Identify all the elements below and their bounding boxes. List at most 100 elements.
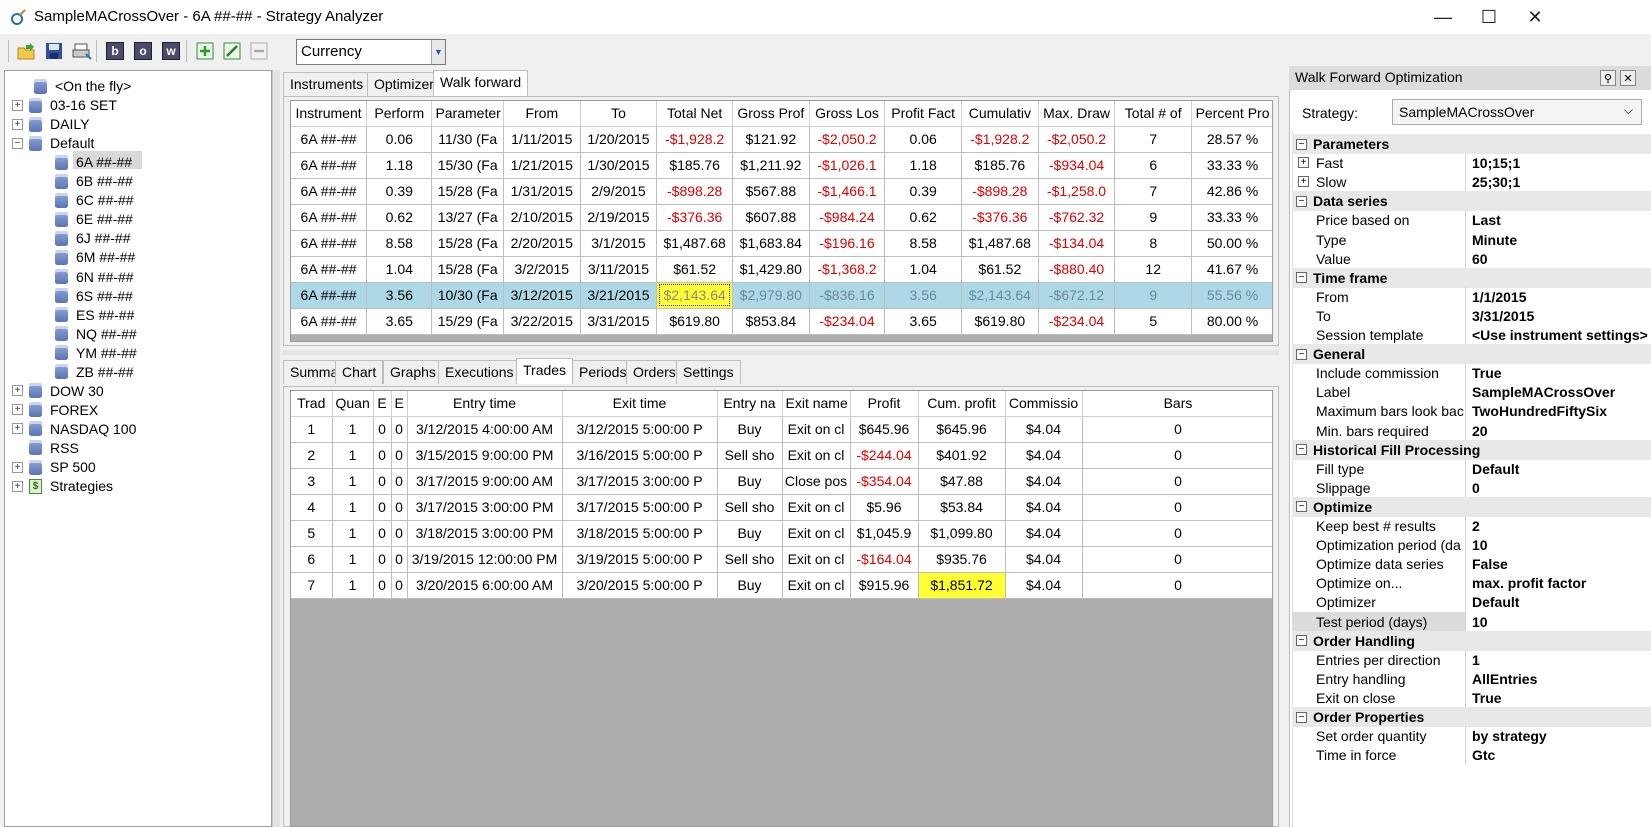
table-row[interactable]: 2 1 0 0 3/15/2015 9:00:00 PM 3/16/2015 5:00:0… xyxy=(291,442,1272,469)
column-header[interactable]: Gross Prof xyxy=(732,101,810,127)
tree-item[interactable]: 6J ##-## xyxy=(55,228,130,248)
collapse-icon[interactable]: − xyxy=(12,137,23,149)
property-value[interactable]: 0 xyxy=(1466,478,1651,498)
property-row[interactable]: Label SampleMACrossOver xyxy=(1292,382,1651,403)
tree-item[interactable]: 6N ##-## xyxy=(55,267,134,287)
property-row[interactable]: Time in force Gtc xyxy=(1292,745,1651,766)
property-row[interactable]: Include commission True xyxy=(1292,363,1651,384)
maximize-button[interactable]: ☐ xyxy=(1466,0,1512,34)
property-category[interactable]: − Data series xyxy=(1292,191,1651,212)
column-header[interactable]: Percent Pro xyxy=(1191,101,1272,127)
property-value[interactable]: by strategy xyxy=(1466,726,1651,746)
table-row[interactable]: 6A ##-## 3.65 15/29 (Fa 3/22/2015 3/31/2015 $… xyxy=(291,308,1272,335)
property-row[interactable]: Price based on Last xyxy=(1292,210,1651,231)
column-header[interactable]: Perform xyxy=(366,101,433,127)
tree-item[interactable]: 6M ##-## xyxy=(55,247,135,267)
property-value[interactable]: 10 xyxy=(1466,535,1651,555)
expand-icon[interactable]: + xyxy=(1298,157,1309,169)
property-category[interactable]: − General xyxy=(1292,344,1651,365)
property-value[interactable]: 3/31/2015 xyxy=(1466,306,1651,326)
strategy-dropdown[interactable]: SampleMACrossOver ⌵ xyxy=(1392,99,1642,125)
tab-trades[interactable]: Trades xyxy=(516,358,574,384)
table-row[interactable]: 7 1 0 0 3/20/2015 6:00:00 AM 3/20/2015 5:00:0… xyxy=(291,572,1272,599)
table-row[interactable]: 6A ##-## 8.58 15/28 (Fa 2/20/2015 3/1/2015 $1… xyxy=(291,230,1272,257)
property-row[interactable]: Entry handling AllEntries xyxy=(1292,668,1651,689)
property-row[interactable]: Optimize on... max. profit factor xyxy=(1292,573,1651,594)
column-header[interactable]: Parameter xyxy=(431,101,504,127)
tree-item[interactable]: <On the fly> xyxy=(34,76,131,96)
expand-icon[interactable]: + xyxy=(12,385,23,397)
property-row[interactable]: Set order quantity by strategy xyxy=(1292,726,1651,747)
table-row[interactable]: 1 1 0 0 3/12/2015 4:00:00 AM 3/12/2015 5:00:0… xyxy=(291,416,1272,443)
property-value[interactable]: 25;30;1 xyxy=(1466,172,1651,192)
collapse-icon[interactable]: − xyxy=(1296,348,1307,360)
property-row[interactable]: Optimize data series False xyxy=(1292,554,1651,575)
minimize-button[interactable]: — xyxy=(1420,0,1466,34)
table-row[interactable]: 6A ##-## 0.62 13/27 (Fa 2/10/2015 2/19/2015-… xyxy=(291,204,1272,231)
column-header[interactable]: Total # of xyxy=(1114,101,1193,127)
property-value[interactable]: 20 xyxy=(1466,421,1651,441)
property-row[interactable]: Optimization period (da 10 xyxy=(1292,535,1651,556)
column-header[interactable]: Trad xyxy=(291,391,333,417)
column-header[interactable]: Total Net xyxy=(656,101,733,127)
expand-icon[interactable]: + xyxy=(1298,176,1309,188)
table-row[interactable]: 6A ##-## 0.39 15/28 (Fa 1/31/2015 2/9/2015 -$… xyxy=(291,178,1272,205)
tree-item[interactable]: − Default xyxy=(12,133,94,153)
tab-orders[interactable]: Orders xyxy=(626,360,683,384)
column-header[interactable]: Cum. profit xyxy=(918,391,1006,417)
property-row[interactable]: Session template <Use instrument settings… xyxy=(1292,325,1651,345)
table-row[interactable]: 6 1 0 0 3/19/2015 12:00:00 PM 3/19/2015 5:00:… xyxy=(291,546,1272,573)
property-value[interactable]: Default xyxy=(1466,592,1651,612)
column-header[interactable]: From xyxy=(503,101,581,127)
property-value[interactable]: TwoHundredFiftySix xyxy=(1466,401,1651,421)
tree-item[interactable]: YM ##-## xyxy=(55,343,137,363)
column-header[interactable]: Max. Draw xyxy=(1038,101,1116,127)
column-header[interactable]: E xyxy=(391,391,408,417)
column-header[interactable]: Commissio xyxy=(1005,391,1083,417)
trades-grid[interactable]: Trad Quan E E Entry time Exit time Entry na Exi… xyxy=(290,390,1273,827)
open-icon[interactable] xyxy=(15,40,37,62)
tree-item[interactable]: + FOREX xyxy=(12,400,98,420)
collapse-icon[interactable]: − xyxy=(1296,501,1307,513)
property-category[interactable]: − Order Properties xyxy=(1292,707,1651,727)
property-value[interactable]: 60 xyxy=(1466,249,1651,269)
tree-item[interactable]: + SP 500 xyxy=(12,457,96,477)
add-icon[interactable] xyxy=(194,40,216,62)
property-value[interactable]: Default xyxy=(1466,459,1651,479)
property-row[interactable]: Maximum bars look bac TwoHundredFiftySix xyxy=(1292,401,1651,422)
property-row[interactable]: Entries per direction 1 xyxy=(1292,649,1651,670)
expand-icon[interactable]: + xyxy=(12,480,23,492)
table-row[interactable]: 6A ##-## 3.56 10/30 (Fa 3/12/2015 3/21/2015 $… xyxy=(291,282,1272,309)
tree-item[interactable]: ES ##-## xyxy=(55,305,134,325)
column-header[interactable]: Bars xyxy=(1082,391,1272,417)
table-row[interactable]: 4 1 0 0 3/17/2015 3:00:00 PM 3/17/2015 5:00:0… xyxy=(291,494,1272,521)
property-row[interactable]: Keep best # results 2 xyxy=(1292,516,1651,536)
property-value[interactable]: max. profit factor xyxy=(1466,573,1651,593)
property-value[interactable]: Minute xyxy=(1466,230,1651,250)
property-value[interactable]: True xyxy=(1466,363,1651,383)
expand-icon[interactable]: + xyxy=(12,461,23,473)
save-icon[interactable] xyxy=(43,40,65,62)
tree-item[interactable]: + DOW 30 xyxy=(12,381,104,401)
o-button[interactable]: o xyxy=(132,40,154,62)
property-value[interactable]: 10 xyxy=(1466,612,1651,632)
property-value[interactable]: Gtc xyxy=(1466,745,1651,765)
tree-item[interactable]: 6A ##-## xyxy=(55,152,132,172)
horizontal-splitter[interactable] xyxy=(283,350,1279,355)
property-value[interactable]: 1/1/2015 xyxy=(1466,287,1651,307)
collapse-icon[interactable]: − xyxy=(1296,711,1307,723)
tab-chart[interactable]: Chart xyxy=(335,360,384,384)
property-value[interactable]: Last xyxy=(1466,210,1651,230)
collapse-icon[interactable]: − xyxy=(1296,635,1307,647)
tree-item[interactable]: ZB ##-## xyxy=(55,362,134,382)
tab-settings[interactable]: Settings xyxy=(676,360,741,384)
column-header[interactable]: Quan xyxy=(332,391,374,417)
property-row[interactable]: Type Minute xyxy=(1292,229,1651,250)
property-row[interactable]: Fill type Default xyxy=(1292,458,1651,479)
tab-executions[interactable]: Executions xyxy=(438,360,521,384)
close-icon[interactable]: ✕ xyxy=(1620,70,1636,86)
column-header[interactable]: To xyxy=(580,101,658,127)
tab-periods[interactable]: Periods xyxy=(572,360,634,384)
table-row[interactable]: 6A ##-## 0.06 11/30 (Fa 1/11/2015 1/20/2015-… xyxy=(291,126,1272,153)
w-button[interactable]: w xyxy=(160,40,182,62)
